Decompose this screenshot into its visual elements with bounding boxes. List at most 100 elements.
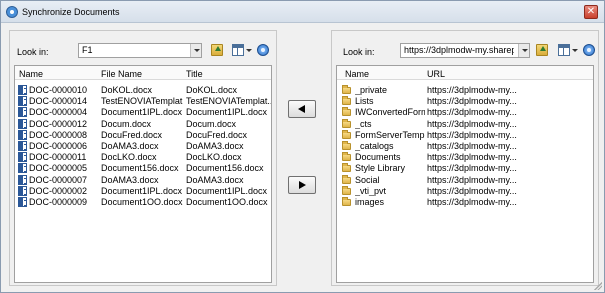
folder-row[interactable]: Documents https://3dplmodw-my...	[337, 152, 593, 163]
document-row[interactable]: DOC-0000010 DoKOL.docx DoKOL.docx	[15, 85, 271, 96]
chevron-down-icon[interactable]	[190, 44, 201, 57]
word-document-icon	[18, 85, 27, 95]
resize-grip[interactable]	[594, 282, 602, 290]
folder-icon	[342, 129, 351, 139]
row-url: https://3dplmodw-my...	[427, 163, 517, 174]
row-title: Document156.docx	[186, 163, 264, 174]
row-url: https://3dplmodw-my...	[427, 174, 517, 185]
word-document-icon	[18, 118, 27, 129]
row-title: Document1IPL.docx	[186, 107, 268, 118]
row-name: Social	[355, 174, 380, 185]
row-url: https://3dplmodw-my...	[427, 141, 517, 151]
row-name: FormServerTemplates	[355, 129, 425, 140]
folder-row[interactable]: _vti_pvt https://3dplmodw-my...	[337, 185, 593, 197]
row-url: https://3dplmodw-my...	[427, 107, 517, 118]
row-name: DOC-0000007	[29, 174, 88, 185]
column-header-file-name[interactable]: File Name	[101, 69, 142, 79]
row-name: DOC-0000008	[29, 129, 88, 140]
document-row[interactable]: DOC-0000007 DoAMA3.docx DoAMA3.docx	[15, 174, 271, 186]
word-document-icon	[18, 96, 27, 107]
document-row[interactable]: DOC-0000009 Document1OO.docx Document1OO.d…	[15, 197, 271, 208]
row-name: DOC-0000004	[29, 107, 88, 118]
refresh-icon[interactable]	[583, 44, 595, 56]
document-row[interactable]: DOC-0000004 Document1IPL.docx Document1IPL…	[15, 107, 271, 118]
folder-icon	[342, 96, 351, 106]
window-title: Synchronize Documents	[22, 7, 120, 17]
row-file-name: DoAMA3.docx	[101, 141, 159, 151]
row-file-name: DoKOL.docx	[101, 85, 153, 95]
copy-to-left-button[interactable]	[288, 100, 316, 118]
columns-view-icon[interactable]	[232, 44, 244, 56]
left-look-in-combo[interactable]: F1	[78, 43, 202, 58]
row-name: _cts	[355, 118, 372, 129]
row-name: Lists	[355, 96, 374, 107]
folder-up-icon[interactable]	[211, 44, 223, 56]
folder-row[interactable]: Social https://3dplmodw-my...	[337, 174, 593, 186]
column-header-title[interactable]: Title	[186, 69, 203, 79]
chevron-down-icon[interactable]	[518, 44, 529, 57]
row-file-name: Document1IPL.docx	[101, 185, 183, 196]
folder-row[interactable]: FormServerTemplateshttps://3dplmodw-my..…	[337, 129, 593, 141]
row-title: Document1IPL.docx	[186, 185, 268, 196]
row-name: DOC-0000006	[29, 141, 88, 151]
row-file-name: TestENOVIATemplat...	[101, 96, 183, 107]
folder-row[interactable]: _catalogs https://3dplmodw-my...	[337, 141, 593, 152]
left-look-in-label: Look in:	[17, 47, 49, 57]
folder-icon	[342, 174, 351, 184]
document-row[interactable]: DOC-0000014 TestENOVIATemplat... TestENOVI…	[15, 96, 271, 107]
row-file-name: DoAMA3.docx	[101, 174, 159, 185]
row-title: TestENOVIATemplat...	[186, 96, 272, 107]
word-document-icon	[18, 141, 27, 151]
view-dropdown-icon[interactable]	[572, 44, 578, 56]
title-bar: Synchronize Documents ✕	[1, 1, 604, 23]
folder-icon	[342, 141, 351, 150]
row-url: https://3dplmodw-my...	[427, 152, 517, 163]
folder-icon	[342, 118, 351, 128]
folder-row[interactable]: _private https://3dplmodw-my...	[337, 85, 593, 96]
word-document-icon	[18, 174, 27, 185]
document-row[interactable]: DOC-0000002 Document1IPL.docx Document1IPL…	[15, 185, 271, 197]
row-file-name: Docum.docx	[101, 118, 152, 129]
app-icon	[6, 6, 18, 18]
right-folder-list[interactable]: Name URL _private https://3dplmodw-my... L…	[336, 65, 594, 283]
document-row[interactable]: DOC-0000011 DocLKO.docx DocLKO.docx	[15, 152, 271, 163]
row-name: _catalogs	[355, 141, 394, 151]
column-header-url[interactable]: URL	[427, 69, 445, 79]
column-header-name[interactable]: Name	[345, 69, 369, 79]
row-url: https://3dplmodw-my...	[427, 118, 517, 129]
synchronize-documents-window: Synchronize Documents ✕ Look in: F1 Name…	[0, 0, 605, 293]
folder-row[interactable]: images https://3dplmodw-my...	[337, 197, 593, 208]
folder-row[interactable]: _cts https://3dplmodw-my...	[337, 118, 593, 130]
row-url: https://3dplmodw-my...	[427, 197, 517, 207]
close-button[interactable]: ✕	[584, 5, 598, 19]
row-name: Documents	[355, 152, 401, 163]
folder-up-icon[interactable]	[536, 44, 548, 56]
view-dropdown-icon[interactable]	[246, 44, 252, 56]
column-header-name[interactable]: Name	[19, 69, 43, 79]
document-row[interactable]: DOC-0000008 DocuFred.docx DocuFred.docx	[15, 129, 271, 141]
folder-row[interactable]: Lists https://3dplmodw-my...	[337, 96, 593, 107]
row-name: IWConvertedForms	[355, 107, 425, 118]
folder-icon	[342, 197, 351, 206]
row-title: DoAMA3.docx	[186, 141, 244, 151]
row-name: images	[355, 197, 385, 207]
folder-icon	[342, 185, 351, 195]
left-document-list[interactable]: Name File Name Title DOC-0000010 DoKOL.do…	[14, 65, 272, 283]
columns-view-icon[interactable]	[558, 44, 570, 56]
left-look-in-value: F1	[82, 45, 93, 55]
folder-row[interactable]: Style Library https://3dplmodw-my...	[337, 163, 593, 174]
folder-row[interactable]: IWConvertedFormshttps://3dplmodw-my...	[337, 107, 593, 118]
row-name: DOC-0000014	[29, 96, 88, 107]
document-row[interactable]: DOC-0000012 Docum.docx Docum.docx	[15, 118, 271, 130]
row-file-name: Document156.docx	[101, 163, 179, 174]
refresh-icon[interactable]	[257, 44, 269, 56]
word-document-icon	[18, 129, 27, 140]
row-url: https://3dplmodw-my...	[427, 85, 517, 95]
left-list-header: Name File Name Title	[15, 66, 271, 80]
row-file-name: DocLKO.docx	[101, 152, 157, 163]
document-row[interactable]: DOC-0000005 Document156.docx Document156.d…	[15, 163, 271, 174]
document-row[interactable]: DOC-0000006 DoAMA3.docx DoAMA3.docx	[15, 141, 271, 152]
right-look-in-combo[interactable]: https://3dplmodw-my.sharepoint....	[400, 43, 530, 58]
folder-icon	[342, 163, 351, 173]
copy-to-right-button[interactable]	[288, 176, 316, 194]
